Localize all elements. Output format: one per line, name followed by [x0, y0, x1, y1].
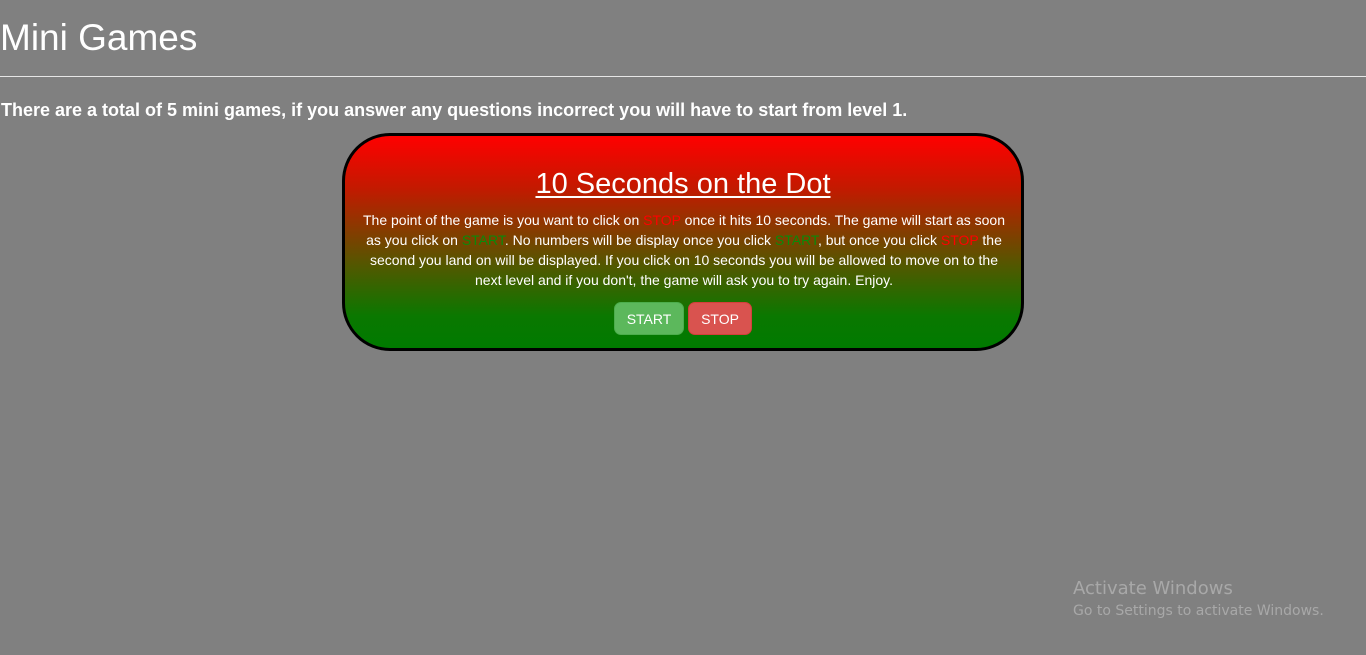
- start-button[interactable]: START: [614, 302, 684, 335]
- game-card: 10 Seconds on the Dot The point of the g…: [342, 133, 1024, 351]
- header-divider: [0, 76, 1366, 77]
- description-text: The point of the game is you want to cli…: [362, 212, 644, 228]
- game-controls: START STOP: [345, 302, 1021, 335]
- stop-keyword: STOP: [643, 212, 681, 228]
- description-text: , but once you click: [817, 232, 941, 248]
- activate-windows-watermark: Activate Windows Go to Settings to activ…: [1073, 578, 1324, 621]
- intro-text: There are a total of 5 mini games, if yo…: [1, 100, 908, 120]
- start-keyword: START: [774, 232, 818, 248]
- game-description: The point of the game is you want to cli…: [361, 210, 1007, 290]
- page-title: Mini Games: [0, 17, 198, 58]
- watermark-subtitle: Go to Settings to activate Windows.: [1073, 603, 1324, 619]
- watermark-title: Activate Windows: [1073, 578, 1233, 599]
- stop-keyword: STOP: [940, 232, 979, 248]
- stop-button[interactable]: STOP: [688, 302, 752, 335]
- game-title: 10 Seconds on the Dot: [535, 168, 831, 200]
- description-text: . No numbers will be display once you cl…: [504, 232, 775, 248]
- start-keyword: START: [461, 232, 505, 248]
